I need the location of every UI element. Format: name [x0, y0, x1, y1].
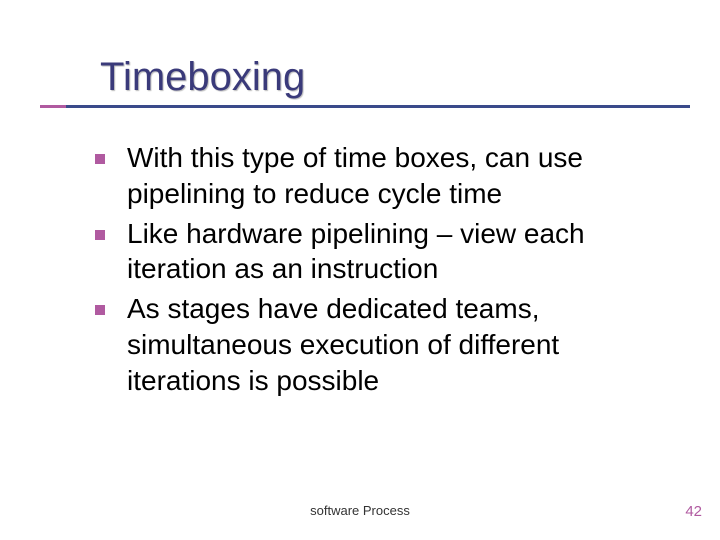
bullet-text: As stages have dedicated teams, simultan… [127, 291, 660, 398]
bullet-item: With this type of time boxes, can use pi… [95, 140, 660, 212]
square-bullet-icon [95, 305, 105, 315]
body-area: With this type of time boxes, can use pi… [95, 140, 660, 403]
slide: Timeboxing With this type of time boxes,… [0, 0, 720, 540]
underline-main [66, 105, 690, 108]
bullet-text: With this type of time boxes, can use pi… [127, 140, 660, 212]
footer-text: software Process [0, 503, 720, 518]
underline-accent [40, 105, 66, 108]
square-bullet-icon [95, 154, 105, 164]
bullet-item: As stages have dedicated teams, simultan… [95, 291, 660, 398]
page-number: 42 [685, 503, 702, 520]
title-area: Timeboxing [0, 55, 720, 108]
slide-title: Timeboxing [0, 55, 720, 99]
bullet-text: Like hardware pipelining – view each ite… [127, 216, 660, 288]
square-bullet-icon [95, 230, 105, 240]
bullet-item: Like hardware pipelining – view each ite… [95, 216, 660, 288]
title-underline [40, 105, 690, 108]
